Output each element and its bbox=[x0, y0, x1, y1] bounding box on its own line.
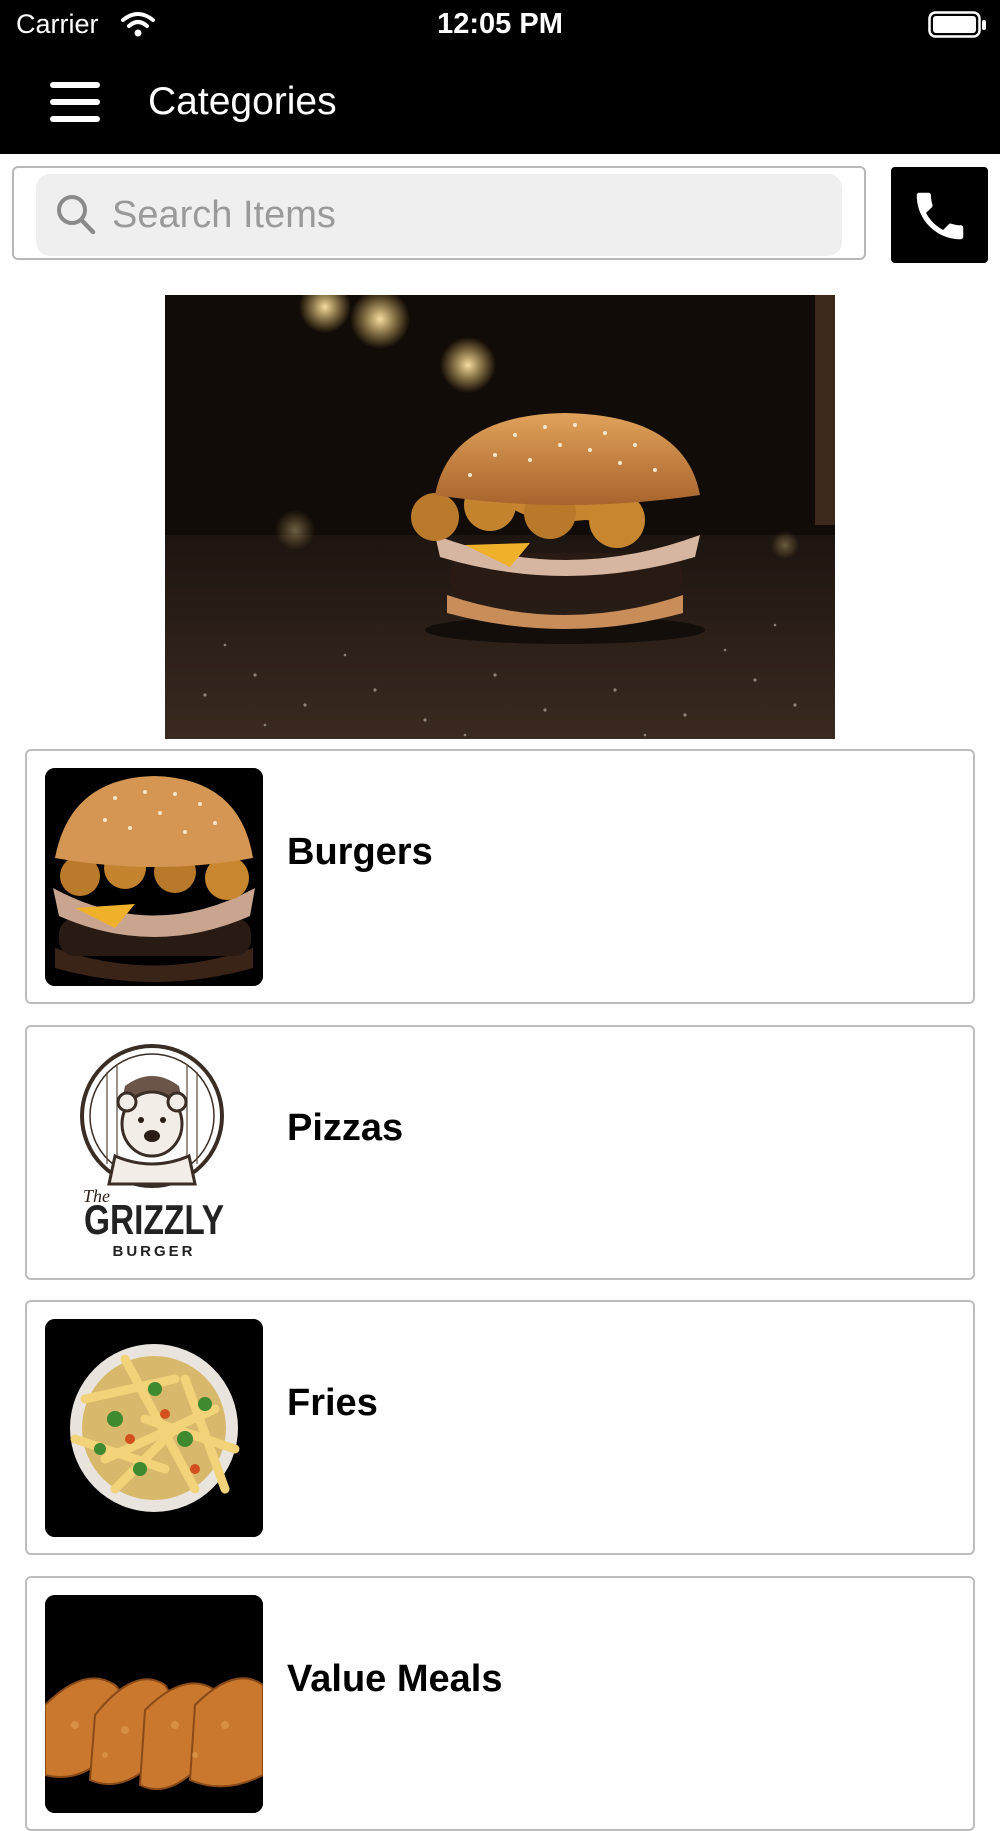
category-thumbnail-burgers bbox=[45, 768, 263, 986]
category-label-burgers: Burgers bbox=[287, 831, 433, 873]
hero-banner-image bbox=[165, 295, 835, 739]
clock: 12:05 PM bbox=[437, 8, 563, 40]
battery-icon bbox=[928, 11, 988, 44]
search-field[interactable] bbox=[36, 174, 842, 256]
search-input[interactable] bbox=[112, 174, 832, 256]
category-card-burgers[interactable]: Burgers bbox=[25, 749, 975, 1004]
category-thumbnail-value-meals bbox=[45, 1595, 263, 1813]
category-thumbnail-fries bbox=[45, 1319, 263, 1537]
page-title: Categories bbox=[148, 80, 337, 123]
status-bar: Carrier 12:05 PM bbox=[0, 0, 1000, 50]
category-card-fries[interactable]: Fries bbox=[25, 1300, 975, 1555]
menu-icon[interactable] bbox=[50, 82, 100, 122]
svg-text:BURGER: BURGER bbox=[112, 1243, 195, 1260]
category-label-fries: Fries bbox=[287, 1382, 378, 1424]
grizzly-burger-logo: The GRIZZLY BURGER bbox=[45, 1044, 263, 1262]
nav-bar: Categories bbox=[0, 50, 1000, 154]
category-label-pizzas: Pizzas bbox=[287, 1107, 404, 1149]
search-bar bbox=[12, 166, 866, 260]
phone-icon bbox=[916, 192, 964, 240]
category-card-pizzas[interactable]: The GRIZZLY BURGER Pizzas bbox=[25, 1025, 975, 1280]
call-button[interactable] bbox=[891, 167, 988, 263]
category-label-value-meals: Value Meals bbox=[287, 1658, 503, 1700]
svg-text:GRIZZLY: GRIZZLY bbox=[84, 1196, 224, 1243]
search-icon bbox=[56, 194, 96, 241]
category-card-value-meals[interactable]: Value Meals bbox=[25, 1576, 975, 1831]
